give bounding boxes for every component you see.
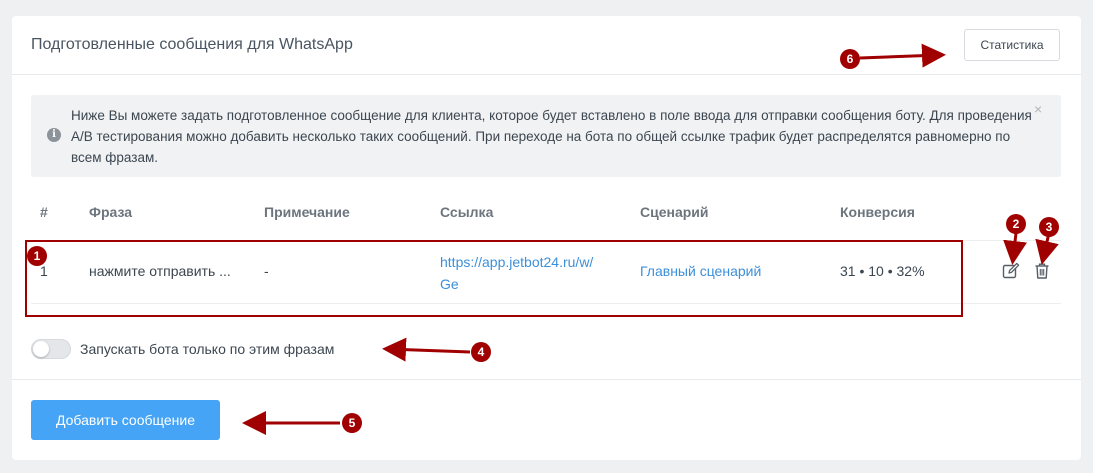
toggle-label: Запускать бота только по этим фразам (80, 341, 335, 357)
edit-icon-graphic (1002, 262, 1020, 279)
row-number: 1 (40, 263, 48, 279)
card-header: Подготовленные сообщения для WhatsApp Ст… (12, 16, 1081, 75)
row-link[interactable]: https://app.jetbot24.ru/w/ Ge (440, 251, 593, 295)
column-header-note: Примечание (264, 204, 350, 220)
row-note: - (264, 263, 269, 279)
add-message-button[interactable]: Добавить сообщение (31, 400, 220, 440)
alert-text: Ниже Вы можете задать подготовленное соо… (71, 108, 1032, 165)
page-title: Подготовленные сообщения для WhatsApp (31, 36, 353, 53)
column-header-scenario: Сценарий (640, 204, 709, 220)
phrases-only-toggle[interactable] (31, 339, 71, 359)
info-icon: i (47, 128, 61, 142)
table-row: 1 нажмите отправить ... - https://app.je… (31, 240, 1061, 304)
close-icon[interactable]: × (1034, 101, 1042, 117)
info-alert: i Ниже Вы можете задать подготовленное с… (31, 95, 1061, 177)
trash-icon-graphic (1035, 263, 1049, 279)
row-link-line2[interactable]: Ge (440, 273, 593, 295)
trash-icon[interactable] (1032, 261, 1052, 281)
prepared-messages-card: Подготовленные сообщения для WhatsApp Ст… (12, 16, 1081, 460)
edit-icon[interactable] (1001, 261, 1021, 281)
column-header-number: # (40, 204, 48, 220)
row-phrase: нажмите отправить ... (89, 263, 231, 279)
column-header-phrase: Фраза (89, 204, 133, 220)
column-header-link: Ссылка (440, 204, 494, 220)
row-scenario-link[interactable]: Главный сценарий (640, 263, 761, 279)
statistics-button[interactable]: Статистика (964, 29, 1060, 61)
row-conversion: 31 • 10 • 32% (840, 263, 925, 279)
row-link-line1[interactable]: https://app.jetbot24.ru/w/ (440, 251, 593, 273)
footer-divider (12, 379, 1081, 380)
column-header-conversion: Конверсия (840, 204, 915, 220)
toggle-knob (33, 341, 49, 357)
